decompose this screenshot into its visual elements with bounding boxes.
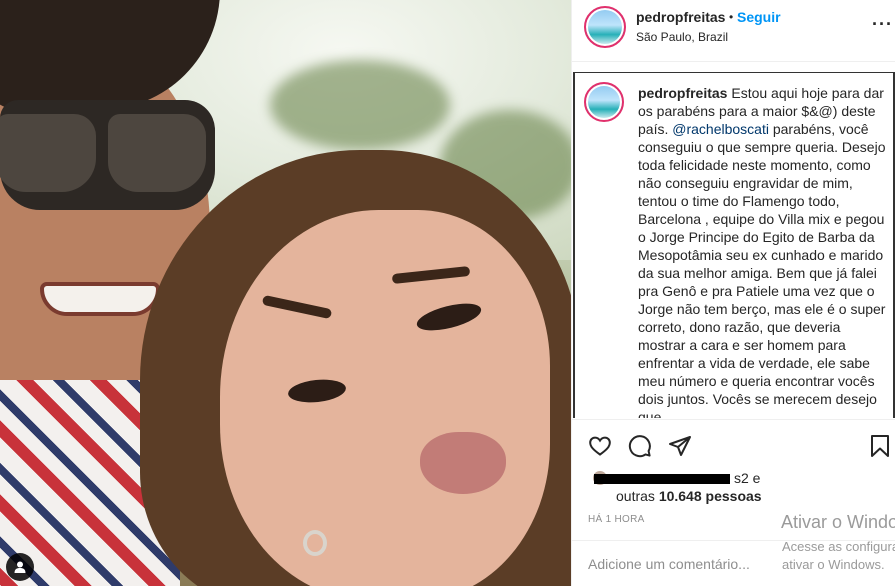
- user-tag-icon: [14, 561, 26, 573]
- photo-woman-face: [220, 210, 550, 586]
- post-actions: [572, 419, 895, 471]
- like-button[interactable]: [586, 432, 614, 460]
- photo-lips: [420, 432, 506, 494]
- post-sidebar: pedropfreitas • Seguir São Paulo, Brazil…: [571, 0, 895, 586]
- post-header: pedropfreitas • Seguir São Paulo, Brazil…: [572, 0, 895, 62]
- author-avatar[interactable]: [584, 6, 626, 48]
- likes-people-label: pessoas: [705, 488, 762, 504]
- likes-count: 10.648: [658, 488, 702, 504]
- likes-line2[interactable]: outras 10.648 pessoas: [616, 488, 762, 504]
- share-button[interactable]: [666, 432, 694, 460]
- photo-earring: [303, 530, 327, 556]
- likes-others-prefix: outras: [616, 488, 655, 504]
- post-photo[interactable]: [0, 0, 571, 586]
- share-icon: [669, 436, 691, 456]
- heart-icon: [589, 436, 611, 456]
- more-options-icon[interactable]: ···: [872, 14, 893, 35]
- header-separator: •: [729, 10, 734, 24]
- post-caption: pedropfreitas Estou aqui hoje para dar o…: [638, 84, 890, 418]
- likes-summary[interactable]: s2 e outras 10.648 pessoas: [588, 470, 888, 510]
- bookmark-icon: [871, 435, 889, 457]
- photo-sunglasses: [0, 100, 215, 210]
- comment-composer: [572, 540, 895, 586]
- photo-smile: [40, 282, 160, 316]
- comment-button[interactable]: [626, 432, 654, 460]
- author-username[interactable]: pedropfreitas: [636, 9, 725, 25]
- follow-button[interactable]: Seguir: [737, 9, 781, 25]
- redacted-username: [594, 474, 730, 484]
- post-timestamp[interactable]: HÁ 1 HORA: [588, 514, 645, 525]
- caption-text-end: parabéns, você conseguiu o que sempre qu…: [638, 121, 886, 418]
- comment-input[interactable]: [588, 551, 768, 577]
- photo-palm-tree: [270, 60, 450, 150]
- post-location[interactable]: São Paulo, Brazil: [636, 30, 728, 44]
- caption-mention[interactable]: @rachelboscati: [672, 121, 769, 137]
- comment-icon: [628, 435, 651, 458]
- user-tag-button[interactable]: [6, 553, 34, 581]
- caption-username[interactable]: pedropfreitas: [638, 85, 727, 101]
- likes-line1-suffix: s2 e: [734, 470, 761, 486]
- save-button[interactable]: [866, 432, 894, 460]
- caption-avatar[interactable]: [584, 82, 624, 122]
- comments-panel[interactable]: pedropfreitas Estou aqui hoje para dar o…: [572, 72, 895, 418]
